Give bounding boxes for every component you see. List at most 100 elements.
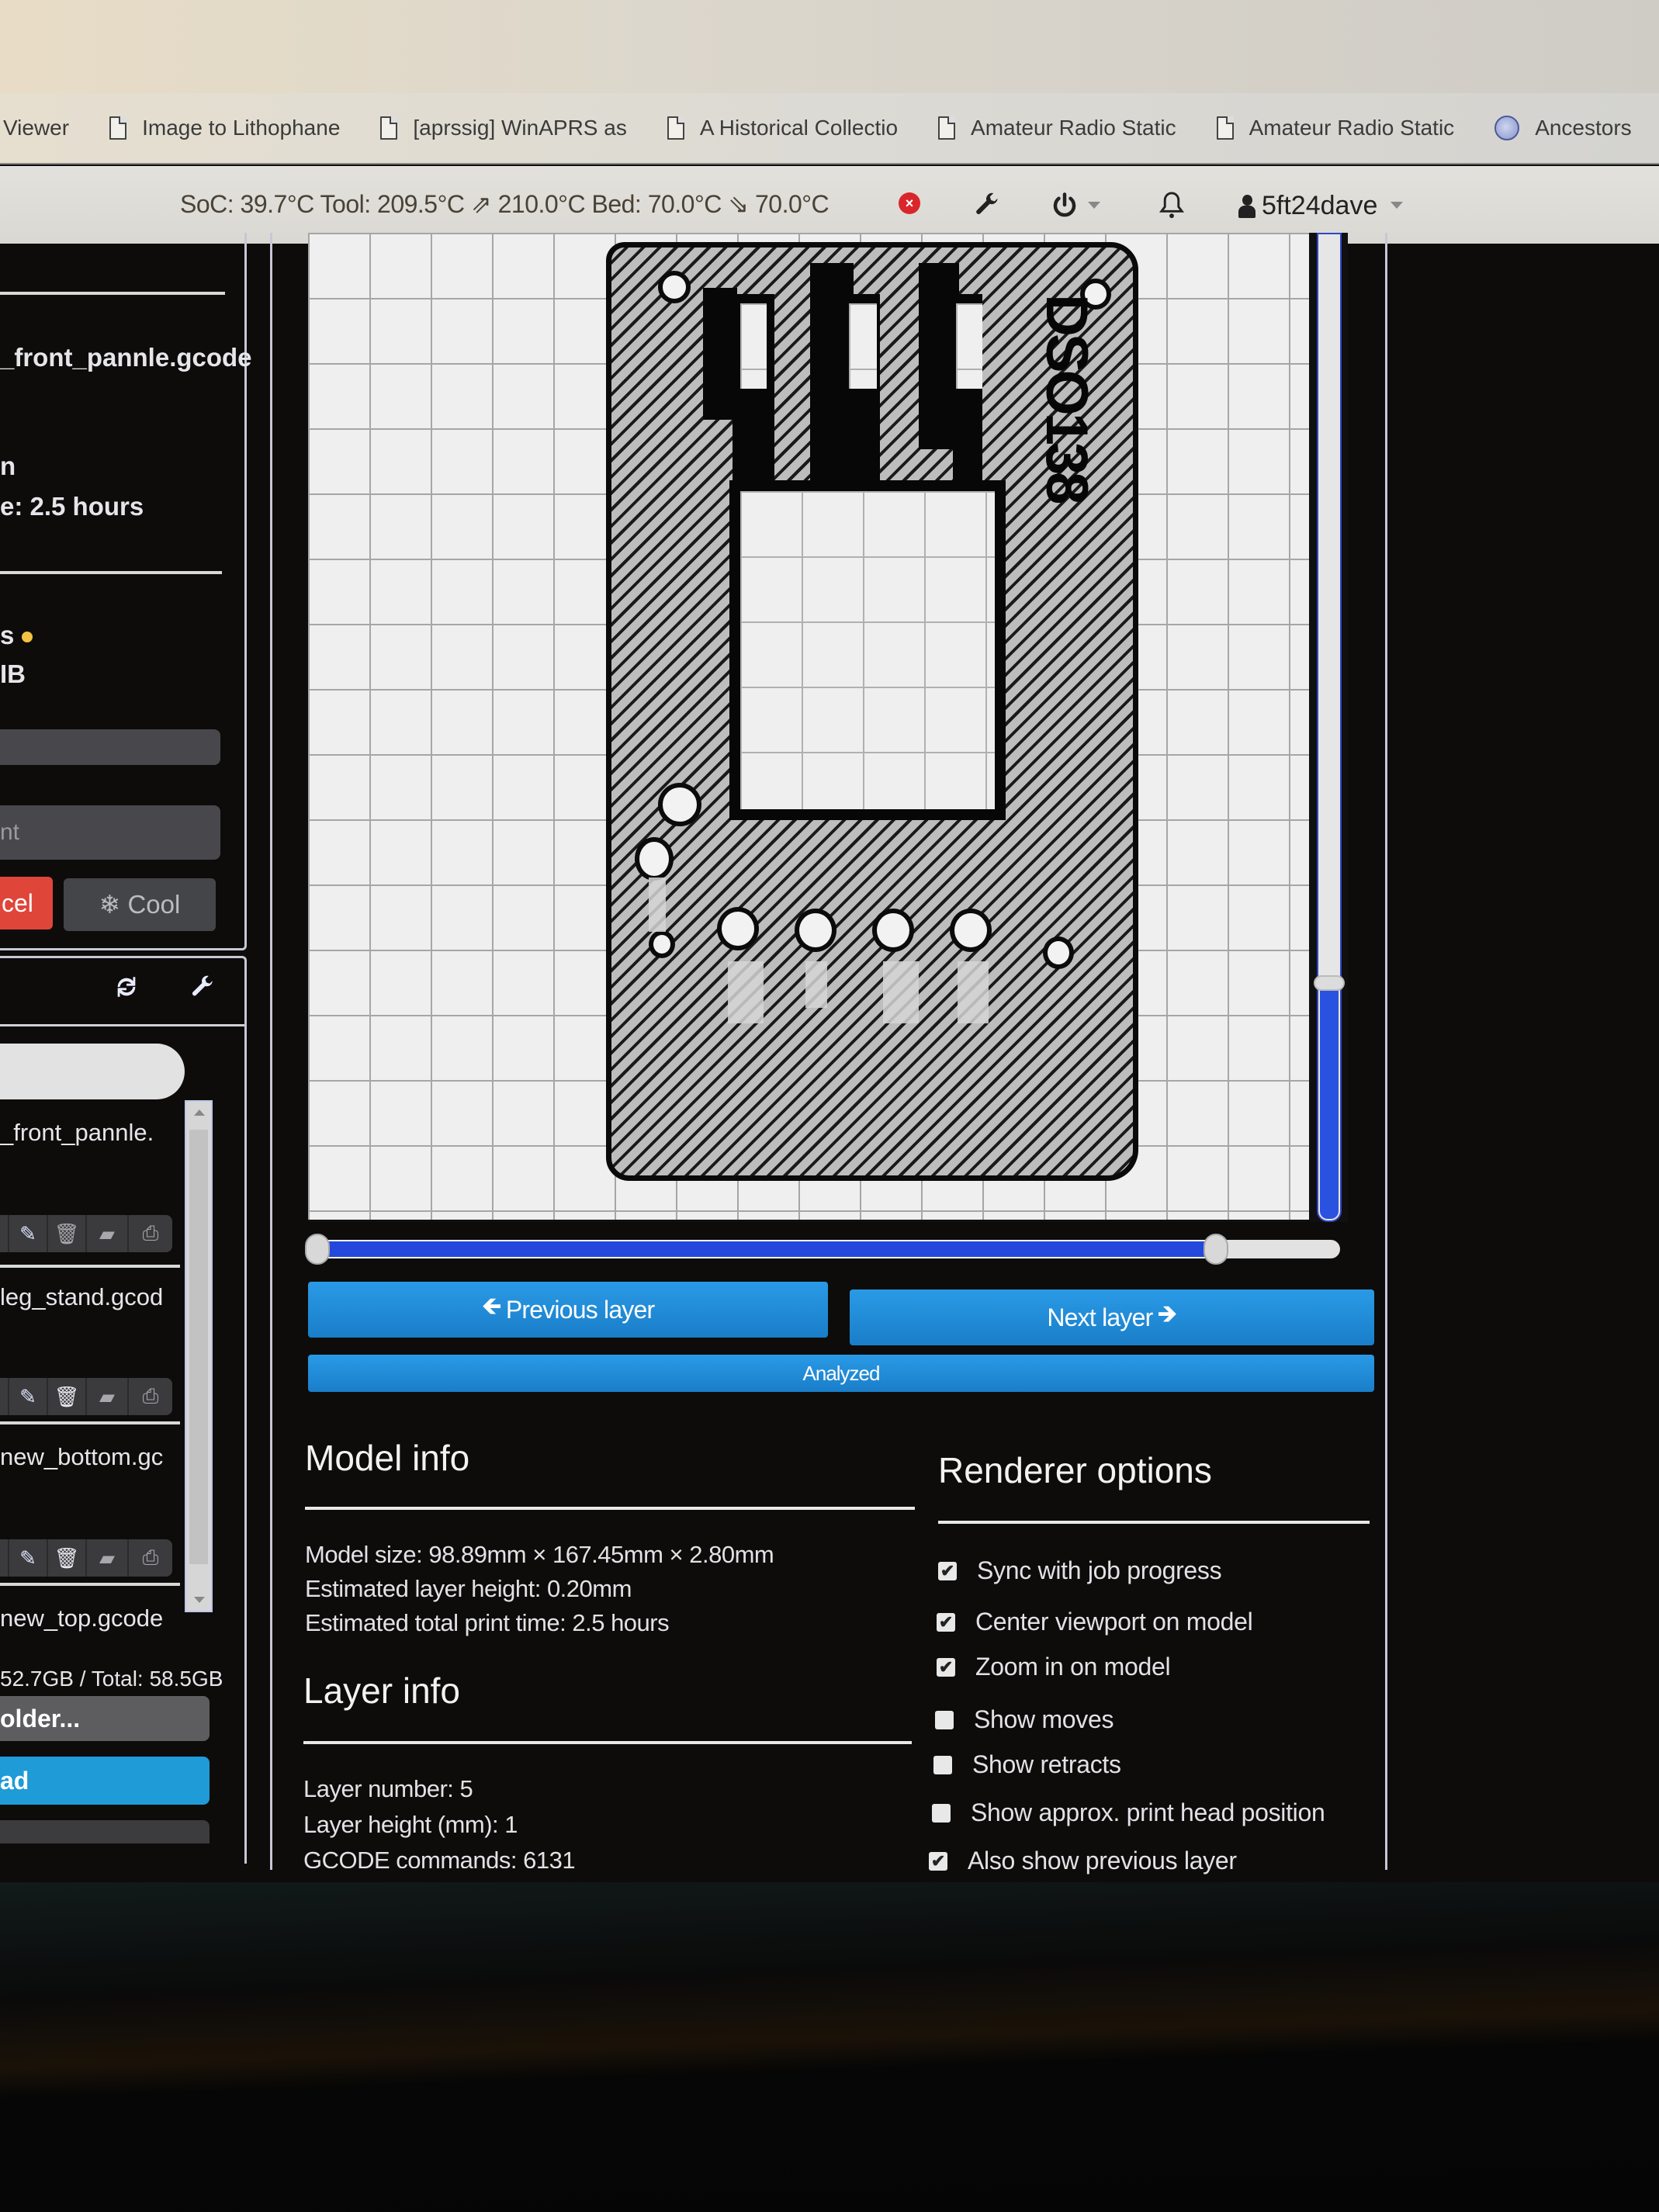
user-menu[interactable]: 5ft24dave (1238, 191, 1377, 221)
slider-handle-max[interactable] (1204, 1234, 1229, 1265)
renderer-option-label: Center viewport on model (975, 1608, 1253, 1636)
print-button[interactable]: nt (0, 805, 220, 860)
checkbox-checked[interactable]: ✔ (937, 1657, 955, 1677)
model-label: DSO138 (1034, 294, 1100, 502)
vertical-slider-fill (1320, 982, 1339, 1219)
folder-icon[interactable]: ▰ (87, 1215, 129, 1252)
renderer-option[interactable]: ✔ Sync with job progress (938, 1556, 1222, 1585)
bookmark-historical[interactable]: A Historical Collectio (667, 116, 898, 140)
folder-icon[interactable]: ▰ (87, 1539, 129, 1577)
power-icon[interactable] (1051, 191, 1079, 226)
next-layer-button[interactable]: Next layer 🡺 (850, 1289, 1374, 1345)
divider (0, 1265, 180, 1268)
refresh-icon[interactable] (113, 974, 140, 1007)
load-button[interactable] (0, 1539, 9, 1577)
edit-button[interactable]: ✎ (9, 1215, 48, 1252)
file-item-name[interactable]: _front_pannle. (0, 1119, 154, 1147)
bookmark-ancestors[interactable]: Ancestors (1494, 116, 1632, 140)
slider-handle-min[interactable] (305, 1234, 330, 1265)
delete-button[interactable]: 🗑 (48, 1378, 87, 1415)
renderer-option[interactable]: ✔ Zoom in on model (937, 1653, 1171, 1681)
upload-button[interactable]: ad (0, 1757, 210, 1805)
load-button[interactable] (0, 1378, 9, 1415)
bookmark-lithophane[interactable]: Image to Lithophane (109, 116, 340, 140)
analyzed-status-bar: Analyzed (308, 1355, 1374, 1392)
renderer-option[interactable]: ✔ Also show previous layer (929, 1847, 1237, 1875)
renderer-option[interactable]: Show approx. print head position (932, 1798, 1325, 1827)
renderer-option-label: Show moves (974, 1705, 1114, 1733)
cancel-button[interactable]: cel (0, 877, 53, 929)
layer-progress-slider[interactable] (305, 1234, 1340, 1265)
scrollbar-thumb[interactable] (189, 1130, 208, 1564)
previous-layer-ghost (649, 878, 666, 932)
checkbox-unchecked[interactable] (932, 1803, 951, 1823)
mount-hole (635, 837, 674, 881)
renderer-option[interactable]: Show retracts (933, 1750, 1121, 1779)
layer-height: Layer height (mm): 1 (303, 1811, 518, 1838)
bookmark-amateur-radio-2[interactable]: Amateur Radio Static (1216, 116, 1454, 140)
previous-layer-ghost (958, 961, 989, 1023)
bookmark-amateur-radio-1[interactable]: Amateur Radio Static (938, 116, 1176, 140)
chevron-down-icon[interactable] (1391, 202, 1403, 209)
load-button[interactable] (0, 1215, 9, 1252)
gcode-viewer-tab: DSO138 🡸 Previous layer Next layer 🡺 Ana… (270, 233, 1387, 1874)
print-icon[interactable]: ⎙ (129, 1539, 172, 1577)
checkbox-checked[interactable]: ✔ (929, 1851, 947, 1871)
file-size: IB (0, 659, 26, 688)
switch-window (956, 303, 982, 389)
checkbox-checked[interactable]: ✔ (937, 1612, 955, 1632)
renderer-option[interactable]: ✔ Center viewport on model (937, 1608, 1253, 1636)
switch-window (849, 303, 877, 389)
renderer-option[interactable]: Show moves (935, 1705, 1114, 1734)
error-icon[interactable]: × (899, 192, 920, 214)
file-search-input[interactable] (0, 1044, 185, 1099)
print-icon[interactable]: ⎙ (129, 1378, 172, 1415)
gcode-canvas[interactable]: DSO138 (308, 233, 1309, 1220)
checkbox-unchecked[interactable] (933, 1755, 952, 1774)
chevron-down-icon[interactable] (1088, 202, 1100, 209)
wrench-icon[interactable] (189, 974, 216, 1007)
storage-info: 52.7GB / Total: 58.5GB (0, 1667, 223, 1691)
arrow-right-icon: 🡺 (1157, 1300, 1177, 1328)
delete-button[interactable]: 🗑 (48, 1215, 87, 1252)
edit-button[interactable]: ✎ (9, 1539, 48, 1577)
cool-button[interactable]: ❄ Cool (64, 878, 216, 931)
mount-hole (1043, 936, 1074, 969)
checkbox-checked[interactable]: ✔ (938, 1561, 957, 1580)
divider (0, 571, 222, 574)
divider (0, 292, 225, 295)
checkbox-unchecked[interactable] (935, 1710, 954, 1729)
status-text: s (0, 621, 15, 649)
bookmark-aprssig[interactable]: [aprssig] WinAPRS as (380, 116, 627, 140)
scroll-up-icon[interactable] (194, 1109, 205, 1116)
bookmark-viewer[interactable]: Viewer (3, 116, 69, 140)
model-info-title: Model info (305, 1438, 470, 1478)
file-item-name[interactable]: new_bottom.gc (0, 1443, 163, 1471)
status-line: s (0, 621, 33, 650)
vertical-slider-handle[interactable] (1314, 975, 1345, 992)
status-dot-icon (22, 632, 33, 643)
layer-vertical-slider[interactable] (1314, 233, 1345, 1222)
wrench-icon[interactable] (973, 191, 1001, 226)
bookmark-label: Ancestors (1535, 116, 1632, 140)
folder-icon[interactable]: ▰ (87, 1378, 129, 1415)
create-folder-button[interactable]: older... (0, 1696, 210, 1741)
previous-layer-button[interactable]: 🡸 Previous layer (308, 1282, 828, 1338)
delete-button[interactable]: 🗑 (48, 1539, 87, 1577)
temperature-readout: SoC: 39.7°C Tool: 209.5°C ⇗ 210.0°C Bed:… (180, 190, 830, 218)
progress-bar (0, 729, 220, 765)
slider-range (308, 1240, 1217, 1258)
document-icon (109, 116, 127, 140)
scroll-down-icon[interactable] (194, 1597, 205, 1603)
upload-sd-button[interactable] (0, 1820, 210, 1843)
print-icon[interactable]: ⎙ (129, 1215, 172, 1252)
edit-button[interactable]: ✎ (9, 1378, 48, 1415)
file-item-name[interactable]: leg_stand.gcod (0, 1283, 163, 1311)
bell-icon[interactable] (1158, 191, 1186, 227)
snowflake-icon: ❄ (99, 890, 121, 919)
previous-layer-ghost (883, 961, 919, 1023)
file-item-name[interactable]: new_top.gcode (0, 1604, 163, 1632)
button-hole (717, 907, 759, 950)
file-item-actions: ✎ 🗑 ▰ ⎙ (0, 1215, 172, 1252)
file-list-scrollbar[interactable] (185, 1100, 213, 1612)
